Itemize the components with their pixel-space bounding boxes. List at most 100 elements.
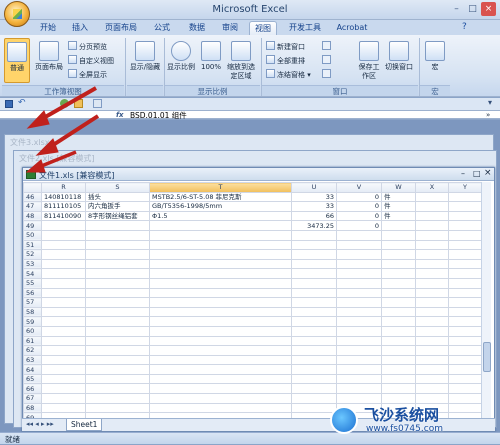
page-layout-view-button[interactable]: 页面布局 bbox=[33, 38, 65, 83]
cell-y[interactable] bbox=[448, 325, 482, 337]
cell-w[interactable]: 件 bbox=[381, 191, 416, 203]
cell-s[interactable] bbox=[85, 345, 150, 356]
cell-v[interactable] bbox=[336, 383, 382, 395]
freeze-panes-button[interactable]: 冻结窗格 ▾ bbox=[266, 69, 311, 80]
cell-s[interactable] bbox=[85, 316, 150, 327]
cell-x[interactable] bbox=[415, 325, 449, 337]
cell-s[interactable] bbox=[85, 325, 150, 337]
new-window-button[interactable]: 新建窗口 bbox=[266, 41, 305, 52]
cell-w[interactable] bbox=[381, 249, 416, 260]
cell-y[interactable] bbox=[448, 364, 482, 375]
cell-u[interactable] bbox=[291, 277, 337, 289]
cell-r[interactable] bbox=[41, 345, 86, 356]
cell-t[interactable] bbox=[149, 239, 292, 251]
row-header[interactable]: 60 bbox=[23, 325, 42, 337]
cell-y[interactable] bbox=[448, 229, 482, 241]
minimize-button[interactable]: – bbox=[449, 2, 464, 16]
cell-w[interactable] bbox=[381, 287, 416, 299]
cell-x[interactable] bbox=[415, 258, 449, 270]
full-screen-button[interactable]: 全屏显示 bbox=[68, 69, 107, 80]
cell-x[interactable] bbox=[415, 373, 449, 385]
formula-collapse-icon[interactable]: » bbox=[486, 111, 490, 120]
cell-w[interactable] bbox=[381, 325, 416, 337]
cell-w[interactable]: 件 bbox=[381, 210, 416, 222]
column-header-w[interactable]: W bbox=[381, 182, 416, 193]
cell-u[interactable] bbox=[291, 383, 337, 395]
vertical-scrollbar[interactable] bbox=[481, 182, 491, 418]
save-workspace-button[interactable]: 保存工作区 bbox=[356, 38, 382, 83]
cell-s[interactable] bbox=[85, 393, 150, 404]
cell-x[interactable] bbox=[415, 239, 449, 251]
save-icon[interactable] bbox=[5, 100, 13, 108]
close-button[interactable]: × bbox=[481, 2, 496, 16]
cell-r[interactable] bbox=[41, 268, 86, 279]
cell-y[interactable] bbox=[448, 258, 482, 270]
cell-v[interactable]: 0 bbox=[336, 220, 382, 231]
cell-s[interactable] bbox=[85, 335, 150, 347]
cell-x[interactable] bbox=[415, 268, 449, 279]
cell-x[interactable] bbox=[415, 335, 449, 347]
cell-r[interactable] bbox=[41, 220, 86, 231]
cell-t[interactable] bbox=[149, 316, 292, 327]
cell-u[interactable] bbox=[291, 239, 337, 251]
cell-r[interactable]: 811110105 bbox=[41, 201, 86, 212]
cell-s[interactable] bbox=[85, 354, 150, 366]
cell-u[interactable] bbox=[291, 325, 337, 337]
cell-y[interactable] bbox=[448, 335, 482, 347]
cell-x[interactable] bbox=[415, 191, 449, 203]
cell-r[interactable] bbox=[41, 383, 86, 395]
row-header[interactable]: 61 bbox=[23, 335, 42, 347]
switch-windows-button[interactable]: 切换窗口 bbox=[384, 38, 414, 83]
toolbar-icon[interactable] bbox=[74, 99, 83, 108]
row-header[interactable]: 57 bbox=[23, 297, 42, 308]
cell-s[interactable] bbox=[85, 239, 150, 251]
cell-v[interactable] bbox=[336, 268, 382, 279]
cell-u[interactable] bbox=[291, 335, 337, 347]
column-header-u[interactable]: U bbox=[291, 182, 337, 193]
row-header[interactable]: 52 bbox=[23, 249, 42, 260]
cell-y[interactable] bbox=[448, 354, 482, 366]
cell-y[interactable] bbox=[448, 383, 482, 395]
cell-v[interactable] bbox=[336, 316, 382, 327]
tab-data[interactable]: 数据 bbox=[183, 21, 211, 35]
cell-u[interactable] bbox=[291, 249, 337, 260]
cell-x[interactable] bbox=[415, 297, 449, 308]
show-hide-button[interactable]: 显示/隐藏 bbox=[128, 38, 162, 83]
maximize-button[interactable]: □ bbox=[465, 2, 480, 16]
cell-u[interactable]: 3473.25 bbox=[291, 220, 337, 231]
row-header[interactable]: 54 bbox=[23, 268, 42, 279]
cell-w[interactable] bbox=[381, 383, 416, 395]
tab-view[interactable]: 视图 bbox=[249, 21, 277, 35]
cell-y[interactable] bbox=[448, 345, 482, 356]
cell-s[interactable] bbox=[85, 249, 150, 260]
split-icon[interactable] bbox=[322, 41, 331, 50]
cell-s[interactable] bbox=[85, 373, 150, 385]
formula-input[interactable]: BSD.01.01 组件 bbox=[130, 111, 187, 120]
cell-s[interactable] bbox=[85, 297, 150, 308]
cell-s[interactable] bbox=[85, 383, 150, 395]
select-all-corner[interactable] bbox=[23, 182, 42, 193]
cell-y[interactable] bbox=[448, 306, 482, 318]
cell-u[interactable] bbox=[291, 229, 337, 241]
cell-s[interactable]: 内六角扳手 bbox=[85, 201, 150, 212]
cell-w[interactable] bbox=[381, 364, 416, 375]
cell-x[interactable] bbox=[415, 220, 449, 231]
cell-w[interactable]: 件 bbox=[381, 201, 416, 212]
cell-u[interactable]: 66 bbox=[291, 210, 337, 222]
tab-home[interactable]: 开始 bbox=[34, 21, 62, 35]
cell-s[interactable] bbox=[85, 306, 150, 318]
cell-r[interactable] bbox=[41, 297, 86, 308]
cell-t[interactable]: MSTB2.5/6-ST-5.08 菲尼克斯 bbox=[149, 191, 292, 203]
cell-v[interactable] bbox=[336, 287, 382, 299]
row-header[interactable]: 55 bbox=[23, 277, 42, 289]
cell-r[interactable] bbox=[41, 402, 86, 414]
cell-s[interactable] bbox=[85, 364, 150, 375]
cell-s[interactable]: 插头 bbox=[85, 191, 150, 203]
normal-view-button[interactable]: 普通 bbox=[4, 38, 30, 83]
help-icon[interactable]: ? bbox=[462, 22, 467, 32]
cell-t[interactable] bbox=[149, 220, 292, 231]
cell-t[interactable]: Φ1.5 bbox=[149, 210, 292, 222]
cell-t[interactable] bbox=[149, 373, 292, 385]
cell-u[interactable] bbox=[291, 364, 337, 375]
cell-x[interactable] bbox=[415, 345, 449, 356]
